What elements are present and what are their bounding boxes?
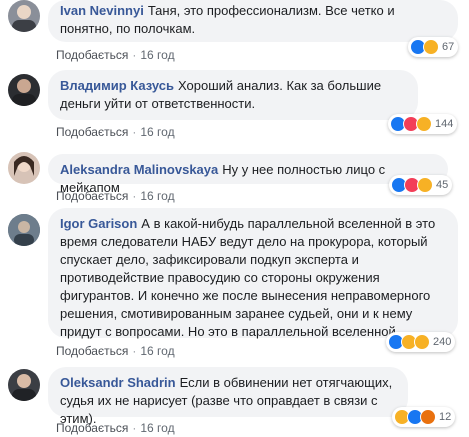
comment-actions: Подобається · 16 год (56, 125, 175, 139)
like-link[interactable]: Подобається (56, 48, 128, 62)
comment-bubble: Ivan Nevinnyi Таня, это профессионализм. … (48, 0, 458, 42)
reactions-summary[interactable]: 144 (388, 114, 458, 134)
like-link[interactable]: Подобається (56, 421, 128, 435)
comment-author[interactable]: Ivan Nevinnyi (60, 3, 144, 18)
reaction-count: 144 (435, 118, 454, 130)
comment-text: А в какой-нибудь параллельной вселенной … (60, 216, 436, 339)
comment-bubble: Aleksandra Malinovskaya Ну у нее полность… (48, 154, 448, 195)
like-link[interactable]: Подобається (56, 189, 128, 203)
comment-author[interactable]: Aleksandra Malinovskaya (60, 162, 218, 177)
angry-reaction-icon (420, 409, 436, 425)
comment-actions: Подобається · 16 год (56, 421, 175, 435)
sad-reaction-icon (416, 116, 432, 132)
avatar[interactable] (8, 214, 40, 246)
comment-bubble: Oleksandr Shadrin Если в обвинении нет от… (48, 367, 408, 426)
sad-reaction-icon (417, 177, 433, 193)
comment-author[interactable]: Igor Garison (60, 216, 137, 231)
reactions-summary[interactable]: 67 (408, 37, 459, 57)
avatar[interactable] (8, 152, 40, 184)
comment-actions: Подобається · 16 год (56, 344, 175, 358)
comment-time[interactable]: 16 год (140, 125, 174, 139)
reactions-summary[interactable]: 45 (389, 175, 453, 195)
reactions-summary[interactable]: 240 (386, 332, 456, 352)
reactions-summary[interactable]: 12 (392, 407, 456, 427)
comment-time[interactable]: 16 год (140, 344, 174, 358)
avatar[interactable] (8, 0, 40, 32)
comment-time[interactable]: 16 год (140, 189, 174, 203)
reaction-count: 240 (433, 336, 452, 348)
wow-reaction-icon (423, 39, 439, 55)
comment-author[interactable]: Владимир Казусь (60, 78, 174, 93)
comment-author[interactable]: Oleksandr Shadrin (60, 375, 176, 390)
reaction-count: 12 (439, 411, 452, 423)
comment-actions: Подобається · 16 год (56, 189, 175, 203)
reaction-count: 67 (442, 41, 455, 53)
comment-bubble: Igor Garison А в какой-нибудь параллельно… (48, 208, 458, 339)
avatar[interactable] (8, 74, 40, 106)
avatar[interactable] (8, 369, 40, 401)
like-link[interactable]: Подобається (56, 344, 128, 358)
comment-time[interactable]: 16 год (140, 48, 174, 62)
comment-time[interactable]: 16 год (140, 421, 174, 435)
comment-actions: Подобається · 16 год (56, 48, 175, 62)
reaction-count: 45 (436, 179, 449, 191)
comment-bubble: Владимир Казусь Хороший анализ. Как за бо… (48, 70, 418, 120)
sad-reaction-icon (414, 334, 430, 350)
like-link[interactable]: Подобається (56, 125, 128, 139)
